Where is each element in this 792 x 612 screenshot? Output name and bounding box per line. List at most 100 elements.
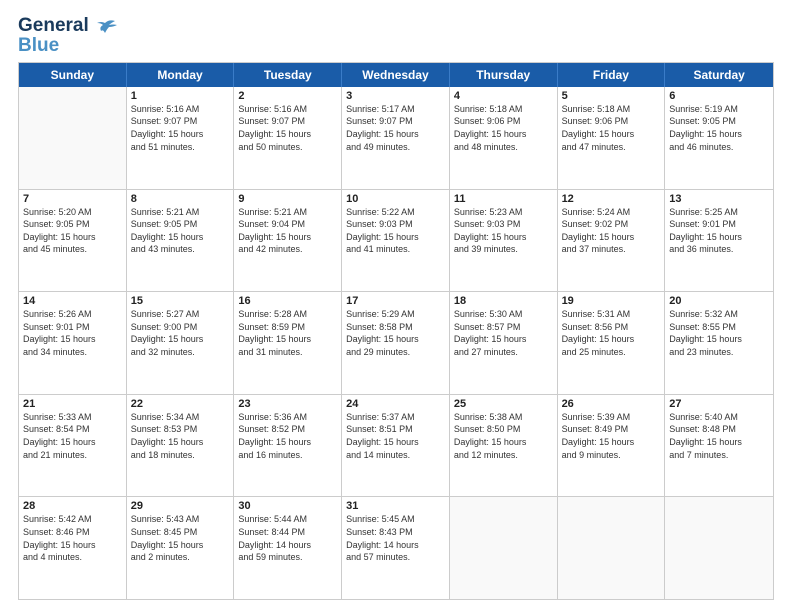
weekday-header: Wednesday: [342, 63, 450, 87]
cell-daylight-info: Sunrise: 5:39 AM Sunset: 8:49 PM Dayligh…: [562, 411, 661, 461]
calendar: SundayMondayTuesdayWednesdayThursdayFrid…: [18, 62, 774, 600]
calendar-cell: 22Sunrise: 5:34 AM Sunset: 8:53 PM Dayli…: [127, 395, 235, 497]
cell-daylight-info: Sunrise: 5:38 AM Sunset: 8:50 PM Dayligh…: [454, 411, 553, 461]
calendar-cell: 5Sunrise: 5:18 AM Sunset: 9:06 PM Daylig…: [558, 87, 666, 189]
calendar-cell: 16Sunrise: 5:28 AM Sunset: 8:59 PM Dayli…: [234, 292, 342, 394]
cell-day-number: 4: [454, 90, 553, 102]
cell-day-number: 30: [238, 500, 337, 512]
calendar-cell: 14Sunrise: 5:26 AM Sunset: 9:01 PM Dayli…: [19, 292, 127, 394]
calendar-cell: [450, 497, 558, 599]
cell-daylight-info: Sunrise: 5:17 AM Sunset: 9:07 PM Dayligh…: [346, 103, 445, 153]
cell-day-number: 7: [23, 193, 122, 205]
calendar-cell: [665, 497, 773, 599]
calendar-cell: 18Sunrise: 5:30 AM Sunset: 8:57 PM Dayli…: [450, 292, 558, 394]
cell-day-number: 1: [131, 90, 230, 102]
cell-daylight-info: Sunrise: 5:28 AM Sunset: 8:59 PM Dayligh…: [238, 308, 337, 358]
calendar-cell: [558, 497, 666, 599]
calendar-week-row: 7Sunrise: 5:20 AM Sunset: 9:05 PM Daylig…: [19, 190, 773, 293]
calendar-cell: 9Sunrise: 5:21 AM Sunset: 9:04 PM Daylig…: [234, 190, 342, 292]
cell-daylight-info: Sunrise: 5:16 AM Sunset: 9:07 PM Dayligh…: [238, 103, 337, 153]
cell-day-number: 13: [669, 193, 769, 205]
cell-day-number: 18: [454, 295, 553, 307]
cell-day-number: 14: [23, 295, 122, 307]
calendar-cell: 13Sunrise: 5:25 AM Sunset: 9:01 PM Dayli…: [665, 190, 773, 292]
cell-day-number: 20: [669, 295, 769, 307]
cell-day-number: 28: [23, 500, 122, 512]
cell-day-number: 11: [454, 193, 553, 205]
weekday-header: Tuesday: [234, 63, 342, 87]
cell-day-number: 27: [669, 398, 769, 410]
cell-day-number: 16: [238, 295, 337, 307]
cell-day-number: 22: [131, 398, 230, 410]
calendar-cell: 29Sunrise: 5:43 AM Sunset: 8:45 PM Dayli…: [127, 497, 235, 599]
calendar-cell: 7Sunrise: 5:20 AM Sunset: 9:05 PM Daylig…: [19, 190, 127, 292]
cell-day-number: 15: [131, 295, 230, 307]
cell-daylight-info: Sunrise: 5:21 AM Sunset: 9:05 PM Dayligh…: [131, 206, 230, 256]
calendar-cell: 24Sunrise: 5:37 AM Sunset: 8:51 PM Dayli…: [342, 395, 450, 497]
header: GeneralBlue: [18, 16, 774, 56]
calendar-cell: 30Sunrise: 5:44 AM Sunset: 8:44 PM Dayli…: [234, 497, 342, 599]
calendar-cell: 3Sunrise: 5:17 AM Sunset: 9:07 PM Daylig…: [342, 87, 450, 189]
cell-daylight-info: Sunrise: 5:21 AM Sunset: 9:04 PM Dayligh…: [238, 206, 337, 256]
cell-day-number: 26: [562, 398, 661, 410]
calendar-cell: 23Sunrise: 5:36 AM Sunset: 8:52 PM Dayli…: [234, 395, 342, 497]
cell-day-number: 19: [562, 295, 661, 307]
calendar-cell: 28Sunrise: 5:42 AM Sunset: 8:46 PM Dayli…: [19, 497, 127, 599]
calendar-cell: 8Sunrise: 5:21 AM Sunset: 9:05 PM Daylig…: [127, 190, 235, 292]
cell-day-number: 8: [131, 193, 230, 205]
cell-daylight-info: Sunrise: 5:31 AM Sunset: 8:56 PM Dayligh…: [562, 308, 661, 358]
cell-day-number: 17: [346, 295, 445, 307]
calendar-week-row: 21Sunrise: 5:33 AM Sunset: 8:54 PM Dayli…: [19, 395, 773, 498]
calendar-cell: 19Sunrise: 5:31 AM Sunset: 8:56 PM Dayli…: [558, 292, 666, 394]
cell-day-number: 23: [238, 398, 337, 410]
cell-day-number: 9: [238, 193, 337, 205]
calendar-cell: 4Sunrise: 5:18 AM Sunset: 9:06 PM Daylig…: [450, 87, 558, 189]
cell-daylight-info: Sunrise: 5:30 AM Sunset: 8:57 PM Dayligh…: [454, 308, 553, 358]
cell-daylight-info: Sunrise: 5:40 AM Sunset: 8:48 PM Dayligh…: [669, 411, 769, 461]
calendar-week-row: 14Sunrise: 5:26 AM Sunset: 9:01 PM Dayli…: [19, 292, 773, 395]
logo-bird-icon: [93, 19, 119, 39]
cell-daylight-info: Sunrise: 5:18 AM Sunset: 9:06 PM Dayligh…: [454, 103, 553, 153]
weekday-header: Sunday: [19, 63, 127, 87]
calendar-cell: 31Sunrise: 5:45 AM Sunset: 8:43 PM Dayli…: [342, 497, 450, 599]
cell-daylight-info: Sunrise: 5:24 AM Sunset: 9:02 PM Dayligh…: [562, 206, 661, 256]
cell-day-number: 6: [669, 90, 769, 102]
calendar-cell: 25Sunrise: 5:38 AM Sunset: 8:50 PM Dayli…: [450, 395, 558, 497]
cell-daylight-info: Sunrise: 5:16 AM Sunset: 9:07 PM Dayligh…: [131, 103, 230, 153]
cell-daylight-info: Sunrise: 5:43 AM Sunset: 8:45 PM Dayligh…: [131, 513, 230, 563]
cell-daylight-info: Sunrise: 5:19 AM Sunset: 9:05 PM Dayligh…: [669, 103, 769, 153]
cell-daylight-info: Sunrise: 5:23 AM Sunset: 9:03 PM Dayligh…: [454, 206, 553, 256]
calendar-cell: 26Sunrise: 5:39 AM Sunset: 8:49 PM Dayli…: [558, 395, 666, 497]
page: GeneralBlue SundayMondayTuesdayWednesday…: [0, 0, 792, 612]
calendar-cell: 6Sunrise: 5:19 AM Sunset: 9:05 PM Daylig…: [665, 87, 773, 189]
cell-daylight-info: Sunrise: 5:36 AM Sunset: 8:52 PM Dayligh…: [238, 411, 337, 461]
cell-daylight-info: Sunrise: 5:37 AM Sunset: 8:51 PM Dayligh…: [346, 411, 445, 461]
cell-daylight-info: Sunrise: 5:22 AM Sunset: 9:03 PM Dayligh…: [346, 206, 445, 256]
cell-day-number: 24: [346, 398, 445, 410]
cell-daylight-info: Sunrise: 5:33 AM Sunset: 8:54 PM Dayligh…: [23, 411, 122, 461]
calendar-cell: 1Sunrise: 5:16 AM Sunset: 9:07 PM Daylig…: [127, 87, 235, 189]
calendar-cell: 21Sunrise: 5:33 AM Sunset: 8:54 PM Dayli…: [19, 395, 127, 497]
calendar-cell: 2Sunrise: 5:16 AM Sunset: 9:07 PM Daylig…: [234, 87, 342, 189]
logo-text: GeneralBlue: [18, 16, 89, 56]
cell-daylight-info: Sunrise: 5:25 AM Sunset: 9:01 PM Dayligh…: [669, 206, 769, 256]
cell-day-number: 5: [562, 90, 661, 102]
cell-daylight-info: Sunrise: 5:44 AM Sunset: 8:44 PM Dayligh…: [238, 513, 337, 563]
calendar-cell: 20Sunrise: 5:32 AM Sunset: 8:55 PM Dayli…: [665, 292, 773, 394]
weekday-header: Saturday: [665, 63, 773, 87]
calendar-week-row: 28Sunrise: 5:42 AM Sunset: 8:46 PM Dayli…: [19, 497, 773, 600]
calendar-header: SundayMondayTuesdayWednesdayThursdayFrid…: [19, 63, 773, 87]
cell-daylight-info: Sunrise: 5:26 AM Sunset: 9:01 PM Dayligh…: [23, 308, 122, 358]
cell-day-number: 2: [238, 90, 337, 102]
cell-daylight-info: Sunrise: 5:29 AM Sunset: 8:58 PM Dayligh…: [346, 308, 445, 358]
cell-daylight-info: Sunrise: 5:27 AM Sunset: 9:00 PM Dayligh…: [131, 308, 230, 358]
calendar-week-row: 1Sunrise: 5:16 AM Sunset: 9:07 PM Daylig…: [19, 87, 773, 190]
logo: GeneralBlue: [18, 16, 119, 56]
calendar-cell: 17Sunrise: 5:29 AM Sunset: 8:58 PM Dayli…: [342, 292, 450, 394]
weekday-header: Thursday: [450, 63, 558, 87]
cell-daylight-info: Sunrise: 5:18 AM Sunset: 9:06 PM Dayligh…: [562, 103, 661, 153]
calendar-cell: 10Sunrise: 5:22 AM Sunset: 9:03 PM Dayli…: [342, 190, 450, 292]
cell-daylight-info: Sunrise: 5:32 AM Sunset: 8:55 PM Dayligh…: [669, 308, 769, 358]
cell-day-number: 10: [346, 193, 445, 205]
calendar-cell: 27Sunrise: 5:40 AM Sunset: 8:48 PM Dayli…: [665, 395, 773, 497]
